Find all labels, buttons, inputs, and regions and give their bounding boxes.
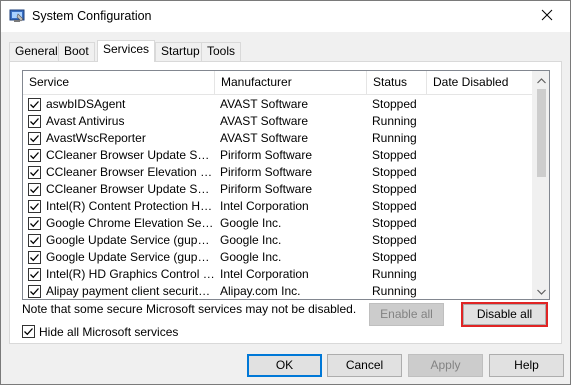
service-status: Stopped (372, 233, 417, 247)
service-checkbox[interactable] (28, 115, 41, 128)
service-status: Running (372, 131, 417, 145)
service-manufacturer: Google Inc. (220, 233, 282, 247)
service-status: Stopped (372, 148, 417, 162)
apply-button[interactable]: Apply (408, 354, 483, 377)
service-status: Stopped (372, 216, 417, 230)
service-status: Stopped (372, 250, 417, 264)
service-name: Avast Antivirus (46, 114, 125, 128)
chevron-down-icon (537, 284, 546, 298)
table-row[interactable]: CCleaner Browser Update Servic... Pirifor… (23, 147, 533, 164)
service-name: aswbIDSAgent (46, 97, 126, 111)
service-checkbox[interactable] (28, 268, 41, 281)
service-checkbox[interactable] (28, 132, 41, 145)
system-configuration-icon (9, 8, 25, 24)
service-name: CCleaner Browser Update Servic... (46, 148, 216, 162)
service-name: Alipay payment client security s... (46, 284, 216, 298)
service-manufacturer: Google Inc. (220, 216, 282, 230)
service-checkbox[interactable] (28, 251, 41, 264)
scroll-down-button[interactable] (533, 282, 549, 299)
service-name: Google Update Service (gupdatem) (46, 250, 216, 264)
service-checkbox[interactable] (28, 98, 41, 111)
column-header-service[interactable]: Service (23, 71, 215, 95)
tab-services[interactable]: Services (97, 40, 156, 62)
service-name: CCleaner Browser Update Servic... (46, 182, 216, 196)
disable-all-button[interactable]: Disable all (463, 304, 546, 325)
hide-microsoft-services-label: Hide all Microsoft services (39, 325, 179, 339)
scroll-thumb[interactable] (537, 89, 546, 177)
service-status: Running (372, 284, 417, 298)
table-row[interactable]: Alipay payment client security s... Alipa… (23, 283, 533, 299)
services-list[interactable]: Service Manufacturer Status Date Disable… (22, 70, 550, 300)
table-row[interactable]: AvastWscReporter AVAST Software Running (23, 130, 533, 147)
service-name: Intel(R) HD Graphics Control Pa... (46, 267, 216, 281)
service-status: Running (372, 114, 417, 128)
chevron-up-icon (537, 73, 546, 87)
service-checkbox[interactable] (28, 217, 41, 230)
table-row[interactable]: CCleaner Browser Elevation Ser... Pirifor… (23, 164, 533, 181)
help-button[interactable]: Help (489, 354, 564, 377)
services-panel: Service Manufacturer Status Date Disable… (9, 61, 562, 344)
service-manufacturer: Piriform Software (220, 182, 313, 196)
service-checkbox[interactable] (28, 166, 41, 179)
service-manufacturer: AVAST Software (220, 114, 309, 128)
service-checkbox[interactable] (28, 149, 41, 162)
tab-boot[interactable]: Boot (58, 42, 95, 61)
column-header-manufacturer[interactable]: Manufacturer (215, 71, 367, 95)
service-checkbox[interactable] (28, 183, 41, 196)
service-manufacturer: Intel Corporation (220, 199, 309, 213)
tab-startup[interactable]: Startup (155, 42, 206, 61)
service-manufacturer: Intel Corporation (220, 267, 309, 281)
services-list-header: Service Manufacturer Status Date Disable… (23, 71, 533, 95)
table-row[interactable]: Avast Antivirus AVAST Software Running (23, 113, 533, 130)
service-name: CCleaner Browser Elevation Ser... (46, 165, 216, 179)
window-title: System Configuration (32, 9, 152, 23)
table-row[interactable]: aswbIDSAgent AVAST Software Stopped (23, 96, 533, 113)
service-status: Stopped (372, 199, 417, 213)
close-button[interactable] (524, 1, 570, 32)
service-manufacturer: Alipay.com Inc. (220, 284, 301, 298)
cancel-button[interactable]: Cancel (327, 354, 402, 377)
service-status: Stopped (372, 182, 417, 196)
ok-button[interactable]: OK (247, 354, 322, 377)
service-checkbox[interactable] (28, 285, 41, 298)
service-manufacturer: Piriform Software (220, 165, 313, 179)
service-name: Google Update Service (gupdate) (46, 233, 216, 247)
service-status: Stopped (372, 165, 417, 179)
service-status: Stopped (372, 97, 417, 111)
service-manufacturer: Piriform Software (220, 148, 313, 162)
service-name: AvastWscReporter (46, 131, 146, 145)
table-row[interactable]: Google Chrome Elevation Service Google In… (23, 215, 533, 232)
table-row[interactable]: CCleaner Browser Update Servic... Pirifor… (23, 181, 533, 198)
column-header-status[interactable]: Status (367, 71, 427, 95)
service-checkbox[interactable] (28, 200, 41, 213)
secure-services-note: Note that some secure Microsoft services… (22, 302, 357, 316)
tab-general[interactable]: General (9, 42, 64, 61)
service-manufacturer: AVAST Software (220, 97, 309, 111)
service-name: Intel(R) Content Protection HEC... (46, 199, 216, 213)
service-checkbox[interactable] (28, 234, 41, 247)
service-manufacturer: AVAST Software (220, 131, 309, 145)
scroll-up-button[interactable] (533, 71, 549, 88)
enable-all-button[interactable]: Enable all (369, 303, 444, 326)
system-configuration-window: System Configuration General Boot Servic… (0, 0, 571, 385)
table-row[interactable]: Google Update Service (gupdatem) Google I… (23, 249, 533, 266)
services-rows: aswbIDSAgent AVAST Software Stopped Avast A… (23, 96, 533, 299)
service-manufacturer: Google Inc. (220, 250, 282, 264)
vertical-scrollbar[interactable] (532, 71, 549, 299)
tab-tools[interactable]: Tools (201, 42, 242, 61)
column-header-date-disabled[interactable]: Date Disabled (427, 71, 533, 95)
table-row[interactable]: Intel(R) Content Protection HEC... Intel … (23, 198, 533, 215)
hide-microsoft-services-checkbox[interactable] (22, 325, 35, 338)
service-status: Running (372, 267, 417, 281)
close-icon (541, 9, 553, 24)
table-row[interactable]: Google Update Service (gupdate) Google In… (23, 232, 533, 249)
service-name: Google Chrome Elevation Service (46, 216, 216, 230)
title-bar[interactable]: System Configuration (1, 1, 570, 32)
table-row[interactable]: Intel(R) HD Graphics Control Pa... Intel … (23, 266, 533, 283)
